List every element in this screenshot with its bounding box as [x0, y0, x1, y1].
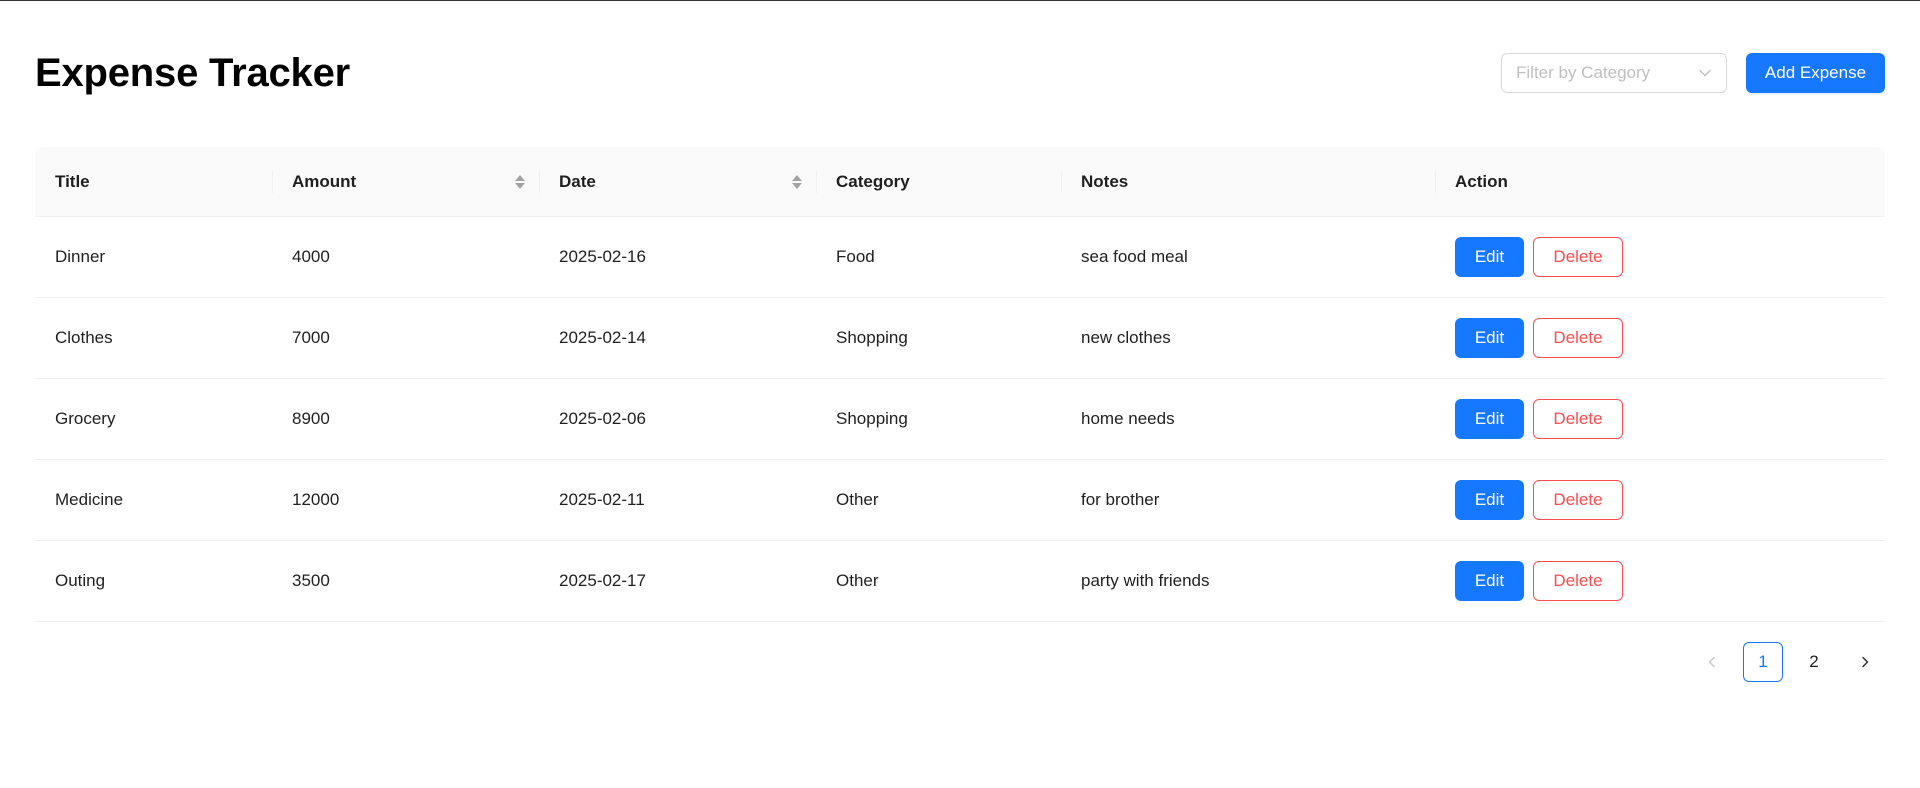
cell-amount: 7000 — [272, 298, 539, 379]
table-header: Title Amount Date Category Notes Action — [35, 147, 1885, 217]
page-title: Expense Tracker — [35, 51, 350, 95]
cell-category: Other — [816, 460, 1061, 541]
sort-icon[interactable] — [792, 174, 802, 189]
cell-date: 2025-02-06 — [539, 379, 816, 460]
table-row: Medicine 12000 2025-02-11 Other for brother E… — [35, 460, 1885, 541]
edit-button[interactable]: Edit — [1455, 318, 1524, 358]
column-header-category: Category — [816, 147, 1061, 217]
cell-action: Edit Delete — [1435, 298, 1885, 379]
edit-button[interactable]: Edit — [1455, 480, 1524, 520]
edit-button[interactable]: Edit — [1455, 237, 1524, 277]
cell-amount: 3500 — [272, 541, 539, 622]
filter-placeholder: Filter by Category — [1516, 63, 1651, 82]
cell-date: 2025-02-11 — [539, 460, 816, 541]
delete-button[interactable]: Delete — [1533, 561, 1623, 601]
column-header-label: Notes — [1081, 171, 1129, 191]
pagination: 12 — [1692, 642, 1885, 682]
cell-date: 2025-02-17 — [539, 541, 816, 622]
edit-button[interactable]: Edit — [1455, 561, 1524, 601]
cell-notes: new clothes — [1061, 298, 1435, 379]
next-page-button[interactable] — [1845, 642, 1885, 682]
cell-action: Edit Delete — [1435, 379, 1885, 460]
cell-category: Shopping — [816, 379, 1061, 460]
chevron-down-icon — [1699, 69, 1711, 77]
cell-title: Dinner — [35, 217, 272, 298]
cell-title: Clothes — [35, 298, 272, 379]
column-header-amount[interactable]: Amount — [272, 147, 539, 217]
column-header-notes: Notes — [1061, 147, 1435, 217]
column-header-action: Action — [1435, 147, 1885, 217]
sort-icon[interactable] — [515, 174, 525, 189]
delete-button[interactable]: Delete — [1533, 318, 1623, 358]
table-row: Grocery 8900 2025-02-06 Shopping home needs E… — [35, 379, 1885, 460]
table-body: Dinner 4000 2025-02-16 Food sea food meal Edi… — [35, 217, 1885, 622]
cell-category: Food — [816, 217, 1061, 298]
category-filter-select[interactable]: Filter by Category — [1501, 53, 1727, 93]
chevron-right-icon — [1862, 656, 1869, 668]
cell-notes: party with friends — [1061, 541, 1435, 622]
delete-button[interactable]: Delete — [1533, 399, 1623, 439]
column-header-label: Action — [1455, 171, 1508, 191]
page-header: Expense Tracker Filter by Category Add E… — [35, 47, 1885, 97]
column-header-label: Title — [55, 171, 90, 191]
cell-title: Medicine — [35, 460, 272, 541]
cell-title: Outing — [35, 541, 272, 622]
column-header-label: Date — [559, 171, 596, 191]
cell-category: Other — [816, 541, 1061, 622]
cell-category: Shopping — [816, 298, 1061, 379]
cell-action: Edit Delete — [1435, 460, 1885, 541]
table-row: Dinner 4000 2025-02-16 Food sea food meal Edi… — [35, 217, 1885, 298]
chevron-left-icon — [1708, 656, 1715, 668]
column-header-label: Category — [836, 171, 910, 191]
expense-tracker-page: Expense Tracker Filter by Category Add E… — [0, 0, 1920, 788]
page-number-list: 12 — [1743, 642, 1834, 682]
cell-amount: 12000 — [272, 460, 539, 541]
column-header-date[interactable]: Date — [539, 147, 816, 217]
cell-amount: 8900 — [272, 379, 539, 460]
expense-table: Title Amount Date Category Notes Action Dinne… — [35, 147, 1885, 622]
delete-button[interactable]: Delete — [1533, 237, 1623, 277]
cell-action: Edit Delete — [1435, 217, 1885, 298]
cell-notes: home needs — [1061, 379, 1435, 460]
delete-button[interactable]: Delete — [1533, 480, 1623, 520]
table-row: Clothes 7000 2025-02-14 Shopping new clothes… — [35, 298, 1885, 379]
cell-notes: sea food meal — [1061, 217, 1435, 298]
cell-notes: for brother — [1061, 460, 1435, 541]
cell-date: 2025-02-14 — [539, 298, 816, 379]
page-1-button[interactable]: 1 — [1743, 642, 1783, 682]
edit-button[interactable]: Edit — [1455, 399, 1524, 439]
column-header-label: Amount — [292, 171, 357, 191]
table-row: Outing 3500 2025-02-17 Other party with frie… — [35, 541, 1885, 622]
prev-page-button[interactable] — [1692, 642, 1732, 682]
cell-title: Grocery — [35, 379, 272, 460]
cell-amount: 4000 — [272, 217, 539, 298]
cell-date: 2025-02-16 — [539, 217, 816, 298]
cell-action: Edit Delete — [1435, 541, 1885, 622]
column-header-title: Title — [35, 147, 272, 217]
page-2-button[interactable]: 2 — [1794, 642, 1834, 682]
add-expense-button[interactable]: Add Expense — [1746, 53, 1885, 93]
